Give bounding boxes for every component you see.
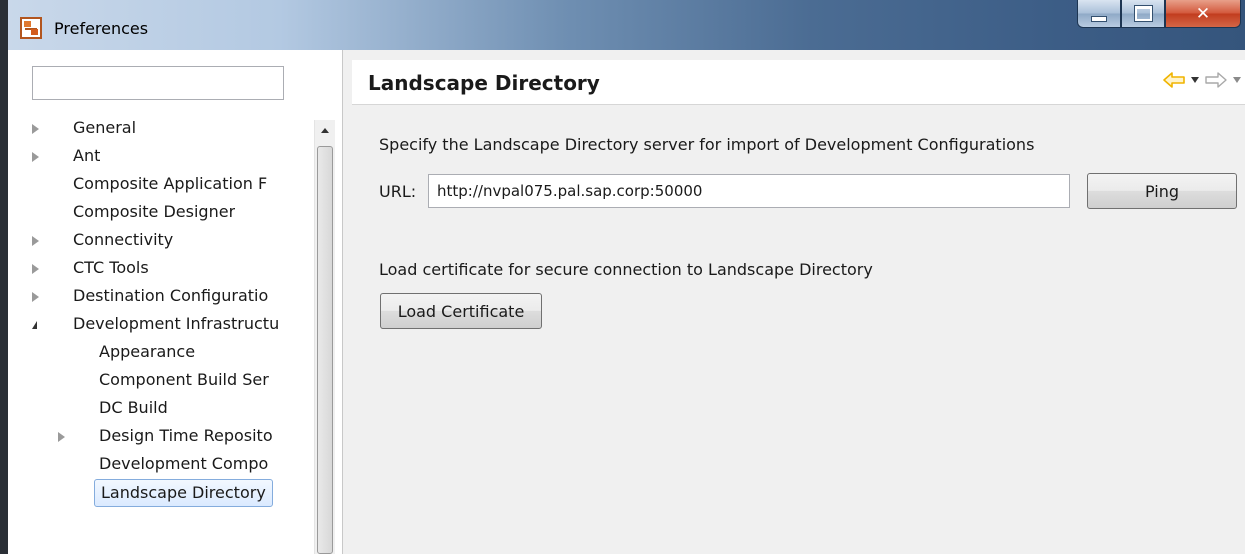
title-bar[interactable]: Preferences ✕ bbox=[8, 0, 1245, 50]
tree-item-label: Appearance bbox=[99, 342, 196, 361]
tree-item[interactable]: Connectivity bbox=[8, 226, 173, 254]
collapsed-twisty-icon[interactable] bbox=[32, 292, 39, 302]
scroll-thumb[interactable] bbox=[317, 146, 333, 554]
url-input[interactable] bbox=[428, 174, 1070, 208]
tree-item[interactable]: Development Infrastructu bbox=[8, 310, 279, 338]
ping-button[interactable]: Ping bbox=[1087, 173, 1237, 209]
scroll-up-icon bbox=[321, 127, 329, 133]
tree-item[interactable]: Development Compo bbox=[8, 450, 268, 478]
forward-history-dropdown-icon[interactable] bbox=[1233, 77, 1241, 83]
page-title: Landscape Directory bbox=[368, 71, 600, 95]
server-description: Specify the Landscape Directory server f… bbox=[379, 135, 1035, 154]
tree-item[interactable]: DC Build bbox=[8, 394, 168, 422]
tree-item[interactable]: Composite Designer bbox=[8, 198, 235, 226]
filter-input[interactable] bbox=[32, 66, 284, 100]
window-controls: ✕ bbox=[1077, 0, 1241, 30]
tree-item[interactable]: General bbox=[8, 114, 136, 142]
page-navigation bbox=[1163, 72, 1241, 88]
preferences-app-icon bbox=[20, 17, 42, 39]
maximize-button[interactable] bbox=[1121, 0, 1165, 28]
tree-item-label: Development Infrastructu bbox=[73, 314, 280, 333]
url-label: URL: bbox=[379, 182, 417, 201]
tree-scrollbar[interactable] bbox=[314, 120, 335, 554]
tree-item[interactable]: Component Build Ser bbox=[8, 366, 269, 394]
tree-item-label: General bbox=[73, 118, 137, 137]
tree-item[interactable]: Design Time Reposito bbox=[8, 422, 273, 450]
tree-item-label: Ant bbox=[73, 146, 101, 165]
tree-item-label: Connectivity bbox=[73, 230, 174, 249]
tree-item[interactable]: Destination Configuratio bbox=[8, 282, 268, 310]
tree-item-label: Composite Designer bbox=[73, 202, 236, 221]
back-history-dropdown-icon[interactable] bbox=[1191, 77, 1199, 83]
scroll-up-button[interactable] bbox=[315, 120, 335, 140]
tree-item-label: Composite Application F bbox=[73, 174, 268, 193]
tree-item-label: Development Compo bbox=[99, 454, 269, 473]
forward-arrow-icon[interactable] bbox=[1205, 72, 1227, 88]
tree-item-label: DC Build bbox=[99, 398, 168, 417]
tree-item-label: CTC Tools bbox=[73, 258, 149, 277]
minimize-icon bbox=[1091, 15, 1107, 22]
certificate-description: Load certificate for secure connection t… bbox=[379, 260, 873, 279]
collapsed-twisty-icon[interactable] bbox=[32, 152, 39, 162]
preferences-window: Preferences ✕ General Ant Composite Applic… bbox=[8, 0, 1245, 554]
expanded-twisty-icon[interactable] bbox=[32, 321, 37, 329]
window-title: Preferences bbox=[54, 19, 149, 38]
tree-item-label: Landscape Directory bbox=[101, 483, 266, 502]
minimize-button[interactable] bbox=[1077, 0, 1121, 28]
tree-item[interactable]: Ant bbox=[8, 142, 100, 170]
page-header: Landscape Directory bbox=[352, 60, 1245, 105]
tree-item-label: Component Build Ser bbox=[99, 370, 269, 389]
maximize-icon bbox=[1134, 6, 1152, 21]
back-arrow-icon[interactable] bbox=[1163, 72, 1185, 88]
collapsed-twisty-icon[interactable] bbox=[32, 236, 39, 246]
preference-page: Landscape Directory Specify the Landscap… bbox=[352, 50, 1245, 554]
tree-item-label: Design Time Reposito bbox=[99, 426, 273, 445]
collapsed-twisty-icon[interactable] bbox=[32, 124, 39, 134]
close-icon: ✕ bbox=[1195, 3, 1211, 24]
preferences-tree-panel: General Ant Composite Application F Composi… bbox=[8, 50, 343, 554]
load-certificate-button[interactable]: Load Certificate bbox=[380, 293, 542, 329]
tree-item-label: Destination Configuratio bbox=[73, 286, 269, 305]
close-button[interactable]: ✕ bbox=[1165, 0, 1241, 28]
tree-item[interactable]: CTC Tools bbox=[8, 254, 149, 282]
tree-item[interactable]: Composite Application F bbox=[8, 170, 267, 198]
collapsed-twisty-icon[interactable] bbox=[58, 432, 65, 442]
collapsed-twisty-icon[interactable] bbox=[32, 264, 39, 274]
tree-item-selected[interactable]: Landscape Directory bbox=[94, 479, 273, 507]
tree-item[interactable]: Appearance bbox=[8, 338, 195, 366]
